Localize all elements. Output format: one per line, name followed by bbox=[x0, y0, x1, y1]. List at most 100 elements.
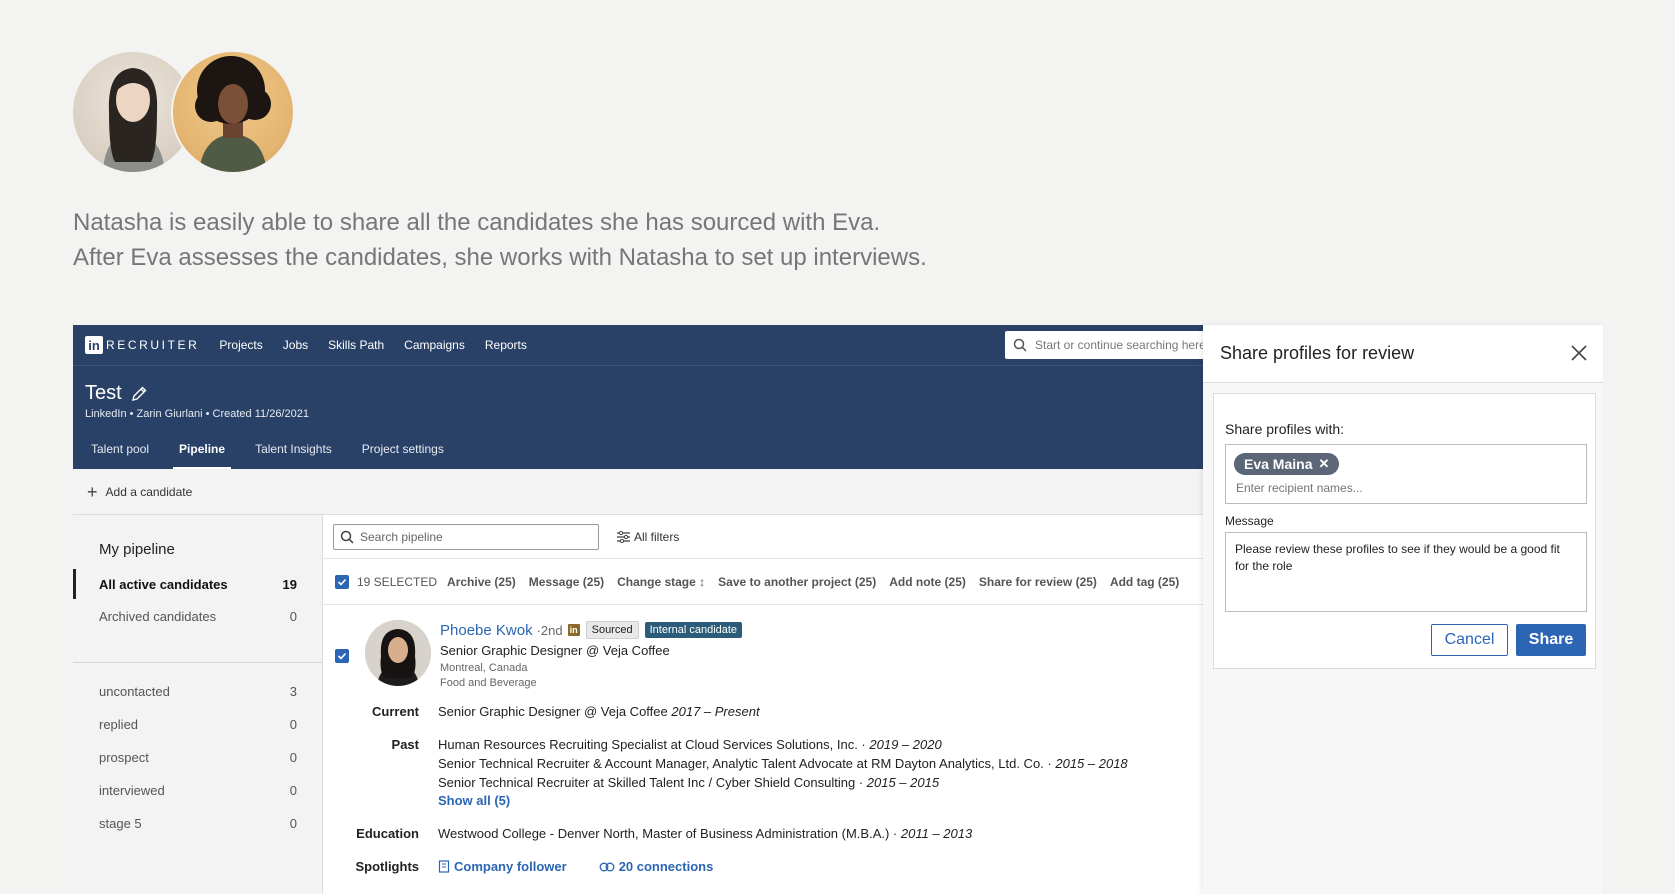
tab-talent-pool[interactable]: Talent pool bbox=[85, 438, 155, 470]
building-icon bbox=[438, 860, 450, 873]
pipeline-content: Search pipeline All filters 19 SELECTED … bbox=[323, 515, 1203, 894]
all-filters-button[interactable]: All filters bbox=[617, 530, 679, 544]
show-all-link[interactable]: Show all (5) bbox=[438, 793, 510, 808]
current-position-text: Senior Graphic Designer @ Veja Coffee bbox=[438, 704, 668, 719]
sidebar-item-replied[interactable]: replied 0 bbox=[73, 709, 323, 739]
all-filters-label: All filters bbox=[634, 529, 680, 544]
connections-link[interactable]: 20 connections bbox=[599, 859, 730, 874]
sidebar-item-uncontacted[interactable]: uncontacted 3 bbox=[73, 676, 323, 706]
candidate-checkbox[interactable] bbox=[335, 649, 349, 663]
avatar-eva bbox=[173, 52, 293, 172]
education-text: Westwood College - Denver North, Master … bbox=[438, 826, 898, 841]
message-label: Message bbox=[1225, 514, 1274, 528]
linkedin-logo-icon: in bbox=[85, 336, 103, 354]
sidebar-divider bbox=[73, 662, 323, 663]
sidebar-item-stage-5[interactable]: stage 5 0 bbox=[73, 808, 323, 838]
nav-jobs[interactable]: Jobs bbox=[283, 338, 308, 352]
candidate-name-link[interactable]: Phoebe Kwok bbox=[440, 622, 533, 639]
nav-campaigns[interactable]: Campaigns bbox=[404, 338, 465, 352]
sidebar-item-label: interviewed bbox=[99, 782, 165, 798]
close-icon bbox=[1571, 345, 1587, 361]
pipeline-toolbar: Search pipeline All filters bbox=[323, 515, 1203, 559]
project-header: Test LinkedIn • Zarin Giurlani • Created… bbox=[73, 365, 1203, 470]
modal-header: Share profiles for review bbox=[1203, 325, 1603, 383]
current-position: Senior Graphic Designer @ Veja Coffee 20… bbox=[438, 704, 760, 719]
sidebar-item-prospect[interactable]: prospect 0 bbox=[73, 742, 323, 772]
save-to-project-button[interactable]: Save to another project (25) bbox=[718, 575, 876, 589]
add-tag-button[interactable]: Add tag (25) bbox=[1110, 575, 1179, 589]
education-entry: Westwood College - Denver North, Master … bbox=[438, 826, 972, 841]
add-note-button[interactable]: Add note (25) bbox=[889, 575, 966, 589]
recipient-input[interactable] bbox=[1236, 481, 1576, 495]
bulk-actions-bar: 19 SELECTED Archive (25) Message (25) Ch… bbox=[323, 559, 1203, 605]
brand[interactable]: in RECRUITER bbox=[85, 336, 199, 354]
pipeline-sidebar: My pipeline All active candidates 19 Arc… bbox=[73, 515, 323, 894]
sidebar-item-label: Archived candidates bbox=[99, 608, 217, 624]
project-meta: LinkedIn • Zarin Giurlani • Created 11/2… bbox=[85, 408, 309, 420]
selected-count: 19 SELECTED bbox=[357, 574, 438, 589]
tab-pipeline[interactable]: Pipeline bbox=[173, 438, 232, 470]
close-button[interactable] bbox=[1567, 341, 1591, 365]
sidebar-item-label: replied bbox=[99, 716, 139, 732]
share-button[interactable]: Share bbox=[1516, 624, 1586, 656]
past-position: Human Resources Recruiting Specialist at… bbox=[438, 737, 942, 752]
past-position-text: Senior Technical Recruiter & Account Man… bbox=[438, 756, 1052, 771]
nav-skills-path[interactable]: Skills Path bbox=[328, 338, 384, 352]
connections-icon bbox=[599, 862, 615, 871]
edit-pencil-icon[interactable] bbox=[130, 385, 148, 403]
remove-recipient-icon[interactable]: ✕ bbox=[1318, 456, 1329, 472]
message-button[interactable]: Message (25) bbox=[529, 575, 604, 589]
sort-arrows-icon: ↕ bbox=[699, 574, 706, 589]
archive-button[interactable]: Archive (25) bbox=[447, 575, 516, 589]
candidate-headline: Senior Graphic Designer @ Veja Coffee bbox=[440, 643, 670, 658]
share-for-review-button[interactable]: Share for review (25) bbox=[979, 575, 1097, 589]
sidebar-item-all-active[interactable]: All active candidates 19 bbox=[73, 569, 323, 599]
sidebar-item-count: 19 bbox=[282, 576, 297, 592]
linkedin-badge-icon: in bbox=[567, 624, 580, 636]
checkmark-icon bbox=[337, 578, 347, 586]
candidate-name-row: Phoebe Kwok ·2nd in Sourced Internal can… bbox=[440, 621, 743, 639]
add-candidate-label: Add a candidate bbox=[105, 484, 193, 499]
checkmark-icon bbox=[337, 652, 347, 660]
recipient-pill: Eva Maina ✕ bbox=[1234, 453, 1340, 475]
connection-degree: ·2nd bbox=[536, 622, 563, 638]
select-all-checkbox[interactable] bbox=[335, 574, 349, 589]
sidebar-item-label: prospect bbox=[99, 749, 149, 765]
search-icon bbox=[1013, 338, 1027, 352]
tab-project-settings[interactable]: Project settings bbox=[356, 438, 450, 470]
sidebar-item-interviewed[interactable]: interviewed 0 bbox=[73, 775, 323, 805]
sidebar-item-count: 0 bbox=[289, 749, 297, 765]
story-line-2: After Eva assesses the candidates, she w… bbox=[73, 244, 927, 271]
education-label: Education bbox=[356, 826, 419, 841]
nav-reports[interactable]: Reports bbox=[485, 338, 527, 352]
persona-avatars bbox=[73, 52, 303, 172]
sidebar-item-archived[interactable]: Archived candidates 0 bbox=[73, 601, 323, 631]
candidate-industry: Food and Beverage bbox=[440, 677, 537, 689]
sidebar-item-count: 0 bbox=[289, 782, 297, 798]
company-follower-link[interactable]: Company follower bbox=[438, 859, 583, 874]
sourced-tag: Sourced bbox=[585, 621, 639, 639]
project-title-text: Test bbox=[85, 382, 122, 404]
current-position-dates: 2017 – Present bbox=[671, 704, 760, 719]
add-candidate-button[interactable]: + Add a candidate bbox=[73, 469, 1203, 515]
story-line-1: Natasha is easily able to share all the … bbox=[73, 209, 881, 236]
tab-talent-insights[interactable]: Talent Insights bbox=[249, 438, 338, 470]
change-stage-label: Change stage bbox=[617, 574, 696, 589]
candidate-photo[interactable] bbox=[365, 620, 431, 686]
global-search-placeholder: Start or continue searching here bbox=[1035, 338, 1203, 352]
cancel-button[interactable]: Cancel bbox=[1431, 624, 1508, 656]
message-textarea[interactable]: Please review these profiles to see if t… bbox=[1225, 532, 1587, 612]
recipient-field[interactable]: Eva Maina ✕ bbox=[1225, 444, 1587, 504]
change-stage-button[interactable]: Change stage ↕ bbox=[617, 575, 705, 589]
global-search-input[interactable]: Start or continue searching here bbox=[1005, 331, 1203, 359]
share-with-label: Share profiles with: bbox=[1225, 421, 1345, 437]
share-profiles-modal: Share profiles for review Share profiles… bbox=[1203, 325, 1603, 894]
pipeline-search-input[interactable]: Search pipeline bbox=[333, 523, 599, 550]
nav-projects[interactable]: Projects bbox=[219, 338, 262, 352]
current-label: Current bbox=[372, 704, 419, 719]
pipeline-search-placeholder: Search pipeline bbox=[360, 529, 443, 544]
sidebar-item-count: 0 bbox=[289, 815, 297, 831]
share-form: Share profiles with: Eva Maina ✕ Message… bbox=[1213, 393, 1596, 669]
nav-items: Projects Jobs Skills Path Campaigns Repo… bbox=[219, 338, 546, 352]
sidebar-title: My pipeline bbox=[99, 541, 175, 558]
